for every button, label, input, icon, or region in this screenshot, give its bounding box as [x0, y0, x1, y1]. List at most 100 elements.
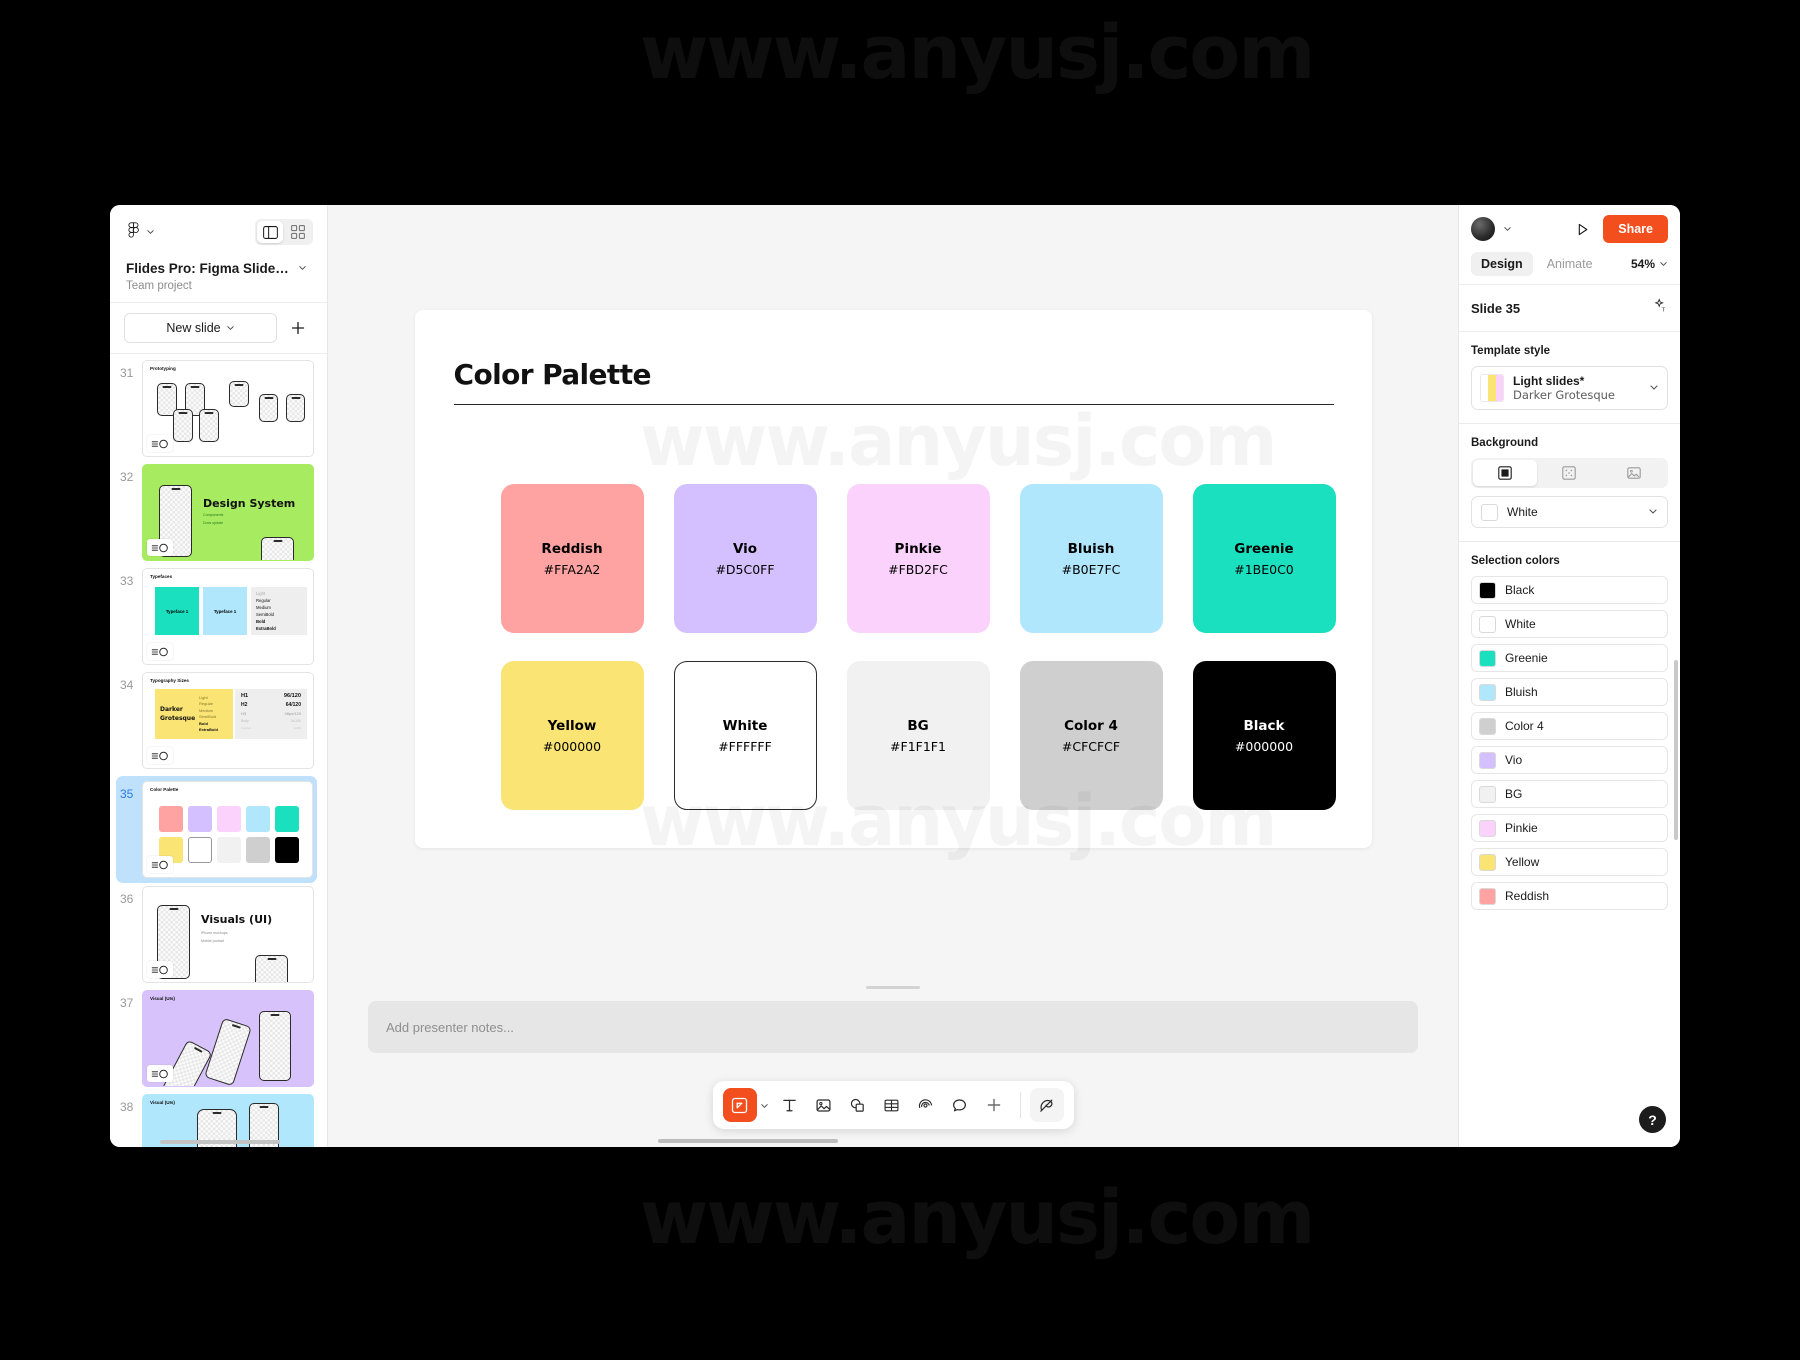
typeface-weights: Light Regular Medium SemiBold Bold ExtraBold [251, 587, 307, 635]
thumbnail-mini-swatch [246, 806, 270, 832]
figma-menu-button[interactable] [126, 221, 155, 243]
selection-color-item[interactable]: Vio [1471, 746, 1668, 774]
thumbnail-canvas[interactable]: Color Palette [142, 781, 313, 878]
slide-number: 31 [120, 366, 134, 380]
color-swatch[interactable]: Color 4 #CFCFCF [1019, 661, 1163, 810]
main-toolbar[interactable] [712, 1081, 1074, 1129]
panel-layout-icon[interactable] [257, 221, 283, 243]
thumbnail-canvas[interactable]: Typography Sizes Darker Grotesque Light Re… [142, 672, 314, 769]
selection-color-item[interactable]: Reddish [1471, 882, 1668, 910]
figma-logo-icon [126, 221, 141, 243]
pen-draw-icon[interactable] [1029, 1088, 1064, 1122]
thumbnail-sub2: Docs update [203, 521, 224, 525]
slide-thumbnail-31[interactable]: 31 Prototyping [120, 360, 317, 457]
notes-resize-handle[interactable] [866, 986, 920, 989]
swatch-hex: #FBD2FC [888, 561, 948, 577]
color-swatch[interactable]: Greenie #1BE0C0 [1192, 484, 1336, 633]
selection-color-label: White [1505, 617, 1536, 631]
swatch-name: Black [1243, 717, 1285, 734]
sticker-icon[interactable] [909, 1088, 943, 1122]
frame-options-caret-icon[interactable] [757, 1101, 773, 1110]
selection-color-item[interactable]: BG [1471, 780, 1668, 808]
slide-thumbnail-37[interactable]: 37 Visual (UIs) [120, 990, 317, 1087]
slide-thumbnail-34[interactable]: 34 Typography Sizes Darker Grotesque Ligh… [120, 672, 317, 769]
slide-thumbnail-list[interactable]: 31 Prototyping 32 Design System Componen… [110, 354, 327, 1147]
frame-slide-icon[interactable] [722, 1088, 757, 1122]
slide-thumbnail-32[interactable]: 32 Design System Components Docs update [120, 464, 317, 561]
new-slide-caret-icon [226, 321, 235, 335]
selection-color-chip [1479, 785, 1496, 803]
color-swatch[interactable]: Bluish #B0E7FC [1019, 484, 1163, 633]
thumbnail-badge [147, 1065, 173, 1082]
user-avatar[interactable] [1471, 217, 1495, 241]
new-slide-button[interactable]: New slide [124, 313, 277, 343]
color-swatch[interactable]: BG #F1F1F1 [846, 661, 990, 810]
thumbnail-canvas[interactable]: Visuals (UI) iPhone mockups Mobile portr… [142, 886, 314, 983]
plus-icon[interactable] [977, 1088, 1011, 1122]
slide-35-canvas[interactable]: Color Palette Reddish #FFA2A2 Vio #D5C0FF Pi… [414, 310, 1372, 848]
thumbnail-canvas[interactable]: Visual (UIs) [142, 990, 314, 1087]
color-swatch[interactable]: Yellow #000000 [500, 661, 644, 810]
selection-color-label: Bluish [1505, 685, 1538, 699]
slide-thumbnail-33[interactable]: 33 Typefaces Typeface 1 Typeface 1 Light… [120, 568, 317, 665]
color-swatch[interactable]: Pinkie #FBD2FC [846, 484, 990, 633]
color-swatch[interactable]: Black #000000 [1192, 661, 1336, 810]
view-mode-toggle[interactable] [255, 219, 313, 245]
grid-view-icon[interactable] [285, 221, 311, 243]
file-menu-caret-icon[interactable] [298, 259, 307, 277]
present-button[interactable] [1569, 216, 1595, 242]
color-swatch-grid[interactable]: Reddish #FFA2A2 Vio #D5C0FF Pinkie #FBD2FC Blu… [500, 484, 1336, 810]
shapes-icon[interactable] [841, 1088, 875, 1122]
selection-color-item[interactable]: Yellow [1471, 848, 1668, 876]
thumbnail-canvas[interactable]: Design System Components Docs update [142, 464, 314, 561]
slide-canvas-area[interactable]: Color Palette Reddish #FFA2A2 Vio #D5C0FF Pi… [328, 205, 1458, 986]
thumbnail-canvas[interactable]: Prototyping [142, 360, 314, 457]
tab-animate[interactable]: Animate [1537, 252, 1603, 276]
file-title[interactable]: Flides Pro: Figma Slides Cas... [126, 261, 294, 276]
image-fill-icon[interactable] [1602, 460, 1666, 486]
thumbnail-mini-swatch [217, 837, 241, 863]
selection-color-item[interactable]: Black [1471, 576, 1668, 604]
selection-color-item[interactable]: Color 4 [1471, 712, 1668, 740]
swatch-name: Reddish [541, 540, 603, 557]
sparkle-text-icon[interactable]: T [1653, 298, 1668, 318]
add-slide-button[interactable] [283, 313, 313, 343]
table-icon[interactable] [875, 1088, 909, 1122]
slide-heading[interactable]: Color Palette [454, 358, 652, 391]
selection-color-item[interactable]: Greenie [1471, 644, 1668, 672]
slide-thumbnail-36[interactable]: 36 Visuals (UI) iPhone mockups Mobile po… [120, 886, 317, 983]
selection-colors-list[interactable]: Black White Greenie Bluish Color 4 Vio BG Pinki… [1471, 576, 1668, 910]
help-button[interactable]: ? [1639, 1106, 1666, 1133]
selection-color-chip [1479, 819, 1496, 837]
selection-color-item[interactable]: White [1471, 610, 1668, 638]
canvas-horizontal-scrollbar[interactable] [658, 1139, 838, 1143]
selection-color-chip [1479, 615, 1496, 633]
color-swatch[interactable]: White #FFFFFF [673, 661, 817, 810]
slide-thumbnail-35[interactable]: 35 Color Palette [116, 776, 317, 883]
presenter-notes-input[interactable]: Add presenter notes... [368, 1001, 1418, 1053]
background-type-tabs[interactable] [1471, 458, 1668, 488]
text-icon[interactable] [773, 1088, 807, 1122]
background-color-picker[interactable]: White [1471, 496, 1668, 528]
svg-text:T: T [1662, 308, 1666, 314]
color-swatch[interactable]: Reddish #FFA2A2 [500, 484, 644, 633]
template-style-section: Template style Light slides* Darker Grot… [1459, 332, 1680, 424]
zoom-control[interactable]: 54% [1631, 255, 1668, 273]
slide-number: 32 [120, 470, 134, 484]
pattern-fill-icon[interactable] [1537, 460, 1601, 486]
thumbnail-mini-swatch [159, 806, 183, 832]
template-style-picker[interactable]: Light slides* Darker Grotesque [1471, 366, 1668, 410]
solid-fill-icon[interactable] [1473, 460, 1538, 486]
bottom-toolbar-region [328, 1053, 1458, 1147]
color-swatch[interactable]: Vio #D5C0FF [673, 484, 817, 633]
thumbnail-canvas[interactable]: Typefaces Typeface 1 Typeface 1 Light Reg… [142, 568, 314, 665]
avatar-caret-icon[interactable] [1503, 220, 1512, 238]
comment-icon[interactable] [943, 1088, 977, 1122]
tab-design[interactable]: Design [1471, 252, 1533, 276]
image-icon[interactable] [807, 1088, 841, 1122]
selection-color-item[interactable]: Pinkie [1471, 814, 1668, 842]
selection-color-item[interactable]: Bluish [1471, 678, 1668, 706]
sidebar-horizontal-scrollbar[interactable] [160, 1140, 280, 1144]
panel-vertical-scrollbar[interactable] [1674, 660, 1678, 840]
share-button[interactable]: Share [1603, 215, 1668, 243]
